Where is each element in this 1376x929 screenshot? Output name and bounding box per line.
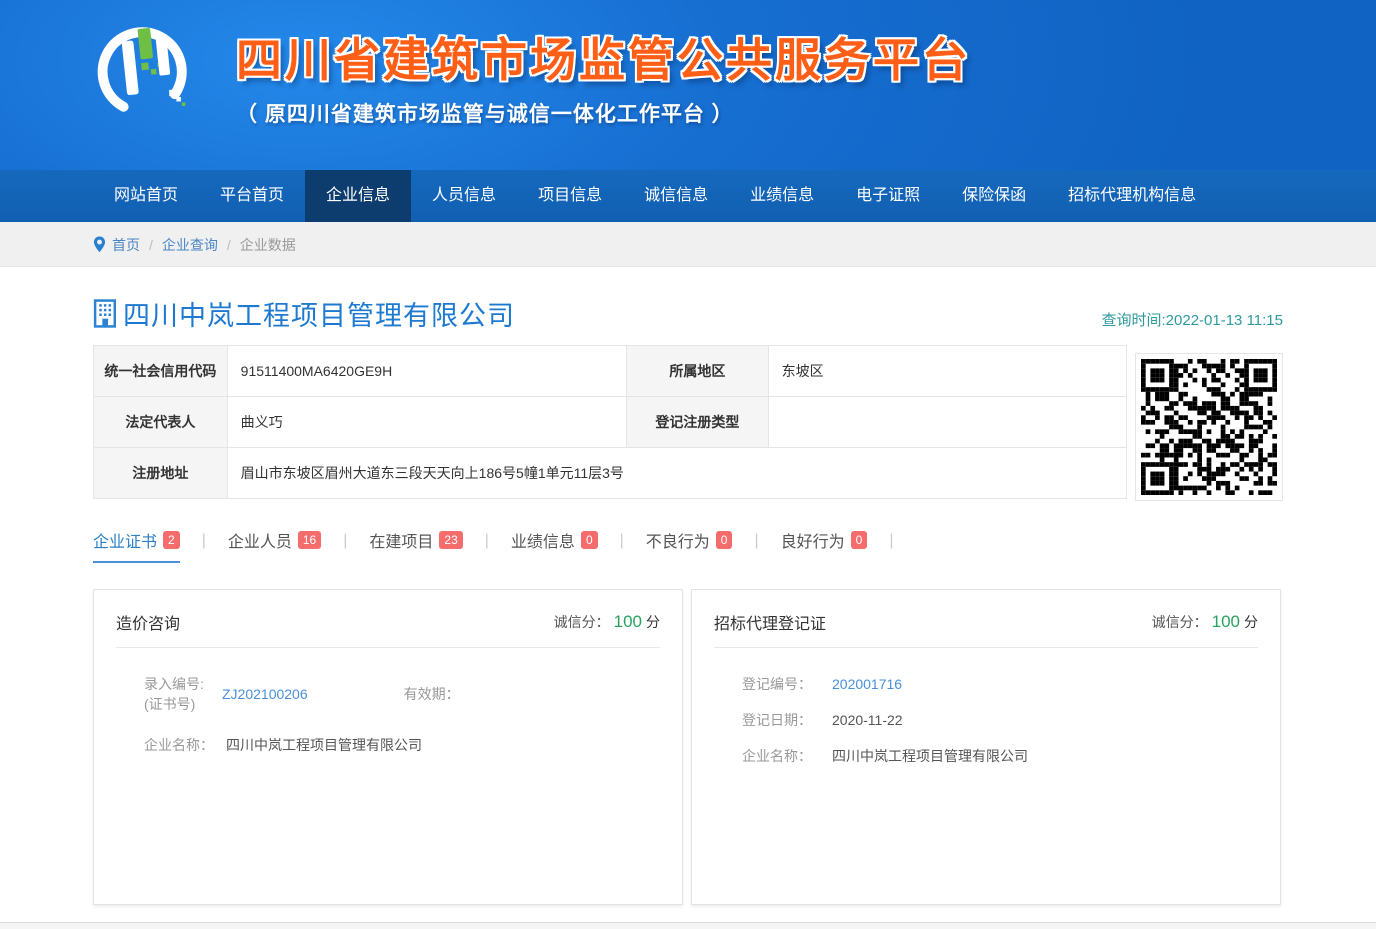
- nav-bidding-agency-info[interactable]: 招标代理机构信息: [1047, 170, 1217, 222]
- tab-good-behavior[interactable]: 良好行为 0: [781, 528, 868, 563]
- table-row: 注册地址 眉山市东坡区眉州大道东三段天天向上186号5幢1单元11层3号: [94, 448, 1127, 499]
- credit-score: 诚信分：100分: [554, 612, 660, 632]
- enterprise-name-label: 企业名称：: [144, 735, 214, 755]
- company-info-table: 统一社会信用代码 91511400MA6420GE9H 所属地区 东坡区 法定代…: [93, 345, 1127, 499]
- value-legal-representative: 曲义巧: [227, 397, 626, 448]
- registration-number-link[interactable]: 202001716: [832, 676, 902, 692]
- value-registration-type: [768, 397, 1126, 448]
- tab-separator: |: [889, 532, 893, 559]
- nav-project-info[interactable]: 项目信息: [517, 170, 623, 222]
- count-badge: 0: [851, 531, 868, 549]
- label-registered-address: 注册地址: [94, 448, 228, 499]
- main-nav: 网站首页 平台首页 企业信息 人员信息 项目信息 诚信信息 业绩信息 电子证照 …: [0, 170, 1376, 222]
- certificate-title: 造价咨询: [116, 610, 180, 634]
- count-badge: 0: [716, 531, 733, 549]
- credit-score: 诚信分：100分: [1152, 612, 1258, 632]
- tab-projects-under-construction[interactable]: 在建项目 23: [369, 528, 462, 563]
- credit-score-label: 诚信分：: [1152, 614, 1208, 630]
- label-registration-type: 登记注册类型: [627, 397, 769, 448]
- breadcrumb-home[interactable]: 首页: [112, 235, 140, 255]
- registration-number-label: 登记编号：: [742, 674, 818, 694]
- page-title-company-name: 四川中岚工程项目管理有限公司: [123, 294, 515, 333]
- nav-personnel-info[interactable]: 人员信息: [411, 170, 517, 222]
- tab-label: 良好行为: [781, 528, 845, 552]
- breadcrumb-enterprise-query[interactable]: 企业查询: [162, 235, 218, 255]
- label-credit-code: 统一社会信用代码: [94, 346, 228, 397]
- nav-e-certificate[interactable]: 电子证照: [835, 170, 941, 222]
- credit-score-value: 100: [614, 612, 642, 631]
- enterprise-name-value: 四川中岚工程项目管理有限公司: [226, 735, 422, 755]
- value-region: 东坡区: [768, 346, 1126, 397]
- nav-enterprise-info[interactable]: 企业信息: [305, 170, 411, 222]
- certificate-title: 招标代理登记证: [714, 610, 826, 634]
- nav-insurance-guarantee[interactable]: 保险保函: [941, 170, 1047, 222]
- tab-separator: |: [754, 532, 758, 559]
- credit-score-label: 诚信分：: [554, 614, 610, 630]
- credit-score-value: 100: [1212, 612, 1240, 631]
- enterprise-name-label: 企业名称：: [742, 746, 818, 766]
- tab-performance-info[interactable]: 业绩信息 0: [511, 528, 598, 563]
- tab-bad-behavior[interactable]: 不良行为 0: [646, 528, 733, 563]
- breadcrumb-separator: /: [227, 237, 231, 253]
- value-credit-code: 91511400MA6420GE9H: [227, 346, 626, 397]
- breadcrumb-bar: 首页 / 企业查询 / 企业数据: [0, 222, 1376, 267]
- tab-separator: |: [202, 532, 206, 559]
- table-row: 统一社会信用代码 91511400MA6420GE9H 所属地区 东坡区: [94, 346, 1127, 397]
- registration-date-label: 登记日期：: [742, 710, 818, 730]
- tab-label: 在建项目: [369, 528, 433, 552]
- site-subtitle: （ 原四川省建筑市场监管与诚信一体化工作平台 ）: [236, 98, 971, 128]
- site-title: 四川省建筑市场监管公共服务平台: [236, 24, 971, 90]
- nav-credit-info[interactable]: 诚信信息: [623, 170, 729, 222]
- detail-tabs: 企业证书 2 | 企业人员 16 | 在建项目 23 | 业绩信息 0 | 不良…: [93, 528, 1283, 563]
- label-region: 所属地区: [627, 346, 769, 397]
- tab-separator: |: [620, 532, 624, 559]
- breadcrumb: 首页 / 企业查询 / 企业数据: [93, 222, 1283, 267]
- nav-platform-home[interactable]: 平台首页: [199, 170, 305, 222]
- registration-date-value: 2020-11-22: [832, 712, 903, 728]
- count-badge: 2: [163, 531, 180, 549]
- card-cost-consulting-certificate: 造价咨询 诚信分：100分 录入编号: (证书号) ZJ202100206 有效…: [93, 589, 683, 905]
- tab-label: 不良行为: [646, 528, 710, 552]
- validity-label: 有效期：: [404, 684, 460, 704]
- credit-score-unit: 分: [646, 614, 660, 630]
- count-badge: 16: [298, 531, 321, 549]
- site-logo-icon: [90, 16, 198, 124]
- qr-code-image: [1141, 359, 1277, 495]
- label-legal-representative: 法定代表人: [94, 397, 228, 448]
- table-row: 法定代表人 曲义巧 登记注册类型: [94, 397, 1127, 448]
- certificate-number-label: 录入编号: (证书号): [144, 674, 210, 715]
- nav-website-home[interactable]: 网站首页: [93, 170, 199, 222]
- count-badge: 23: [439, 531, 462, 549]
- tab-label: 企业人员: [228, 528, 292, 552]
- site-header: 四川省建筑市场监管公共服务平台 （ 原四川省建筑市场监管与诚信一体化工作平台 ）: [0, 0, 1376, 170]
- tab-enterprise-certificates[interactable]: 企业证书 2: [93, 528, 180, 563]
- breadcrumb-enterprise-data: 企业数据: [240, 235, 296, 255]
- nav-performance-info[interactable]: 业绩信息: [729, 170, 835, 222]
- count-badge: 0: [581, 531, 598, 549]
- main-content: 四川中岚工程项目管理有限公司 查询时间:2022-01-13 11:15 统一社…: [93, 294, 1283, 905]
- footer-divider: [0, 922, 1376, 929]
- certificate-number-link[interactable]: ZJ202100206: [222, 686, 308, 702]
- query-time: 查询时间:2022-01-13 11:15: [1102, 309, 1284, 333]
- qr-code: [1135, 353, 1283, 501]
- card-bidding-agency-registration: 招标代理登记证 诚信分：100分 登记编号： 202001716 登记日期： 2…: [691, 589, 1281, 905]
- credit-score-unit: 分: [1244, 614, 1258, 630]
- enterprise-name-value: 四川中岚工程项目管理有限公司: [832, 746, 1028, 766]
- tab-separator: |: [343, 532, 347, 559]
- building-icon: [93, 299, 120, 328]
- tab-label: 企业证书: [93, 528, 157, 552]
- value-registered-address: 眉山市东坡区眉州大道东三段天天向上186号5幢1单元11层3号: [227, 448, 1126, 499]
- tab-enterprise-personnel[interactable]: 企业人员 16: [228, 528, 321, 563]
- breadcrumb-separator: /: [149, 237, 153, 253]
- tab-label: 业绩信息: [511, 528, 575, 552]
- location-pin-icon: [93, 236, 106, 253]
- tab-separator: |: [485, 532, 489, 559]
